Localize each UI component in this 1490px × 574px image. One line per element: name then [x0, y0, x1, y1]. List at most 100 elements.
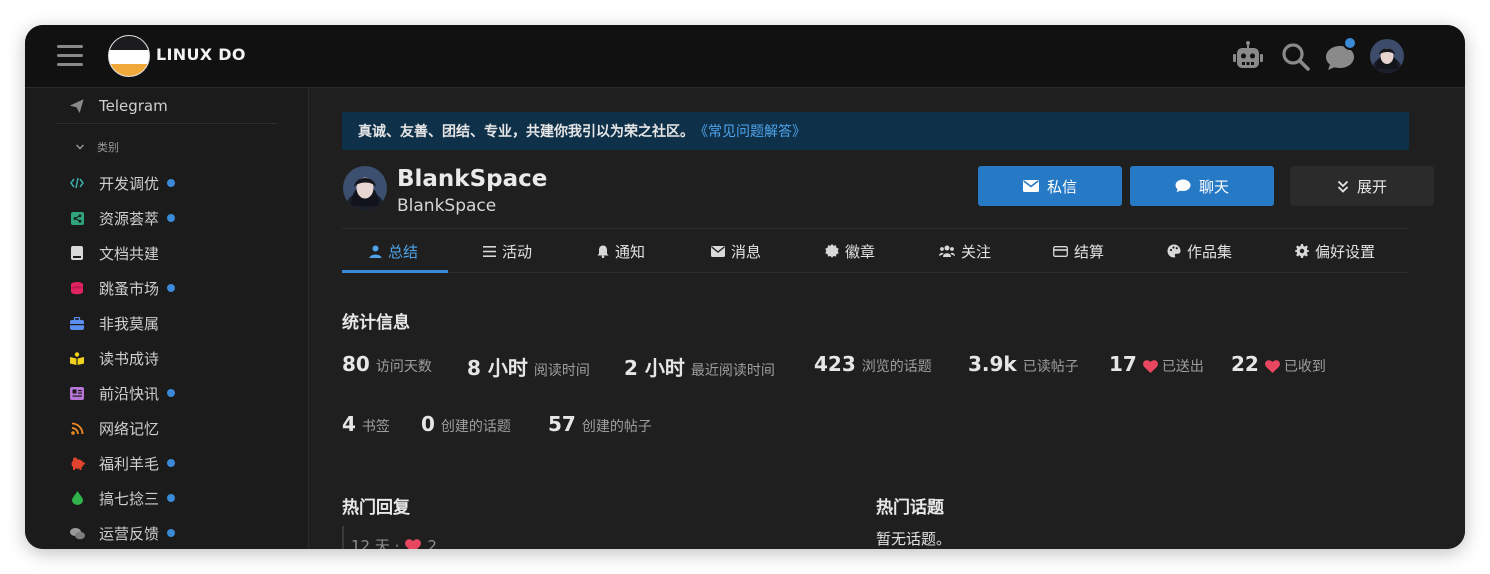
user-avatar[interactable] [343, 166, 387, 210]
sidebar-section-categories[interactable]: 类别 [75, 139, 119, 155]
sidebar-item-category[interactable]: 资源荟萃 [55, 203, 285, 233]
rss-icon [69, 420, 85, 436]
heart-icon [1264, 360, 1280, 373]
sidebar-item-telegram[interactable]: Telegram [55, 91, 285, 121]
faq-link[interactable]: 《常见问题解答》 [694, 121, 806, 141]
bell-icon [597, 245, 609, 258]
unread-dot [167, 494, 176, 502]
chevrons-down-icon [1337, 180, 1349, 193]
envelope-icon [1022, 180, 1039, 192]
reply-like-count: 2 [427, 536, 437, 550]
tab-portfolio[interactable]: 作品集 [1167, 238, 1232, 264]
sidebar-item-category[interactable]: 跳蚤市场 [55, 273, 285, 303]
stat-posts-read: 3.9k 已读帖子 [968, 352, 1079, 376]
stat-days-visited: 80 访问天数 [342, 352, 432, 376]
open-book-icon [69, 350, 85, 366]
hot-replies-title: 热门回复 [342, 498, 410, 518]
sidebar-divider [55, 123, 277, 124]
sidebar-item-category[interactable]: 福利羊毛 [55, 448, 285, 478]
chat-button[interactable]: 聊天 [1130, 166, 1274, 206]
top-header: LINUX DO [25, 25, 1465, 88]
user-display-name: BlankSpace [397, 166, 548, 192]
paper-plane-icon [69, 98, 85, 114]
current-user-avatar[interactable] [1370, 39, 1404, 73]
stat-likes-given: 17 已送出 [1109, 352, 1204, 376]
site-logo[interactable] [108, 35, 150, 77]
site-name[interactable]: LINUX DO [156, 45, 246, 64]
tab-preferences[interactable]: 偏好设置 [1295, 238, 1375, 264]
sidebar: Telegram 类别 开发调优 资源荟萃 文档共建 跳蚤市场 非我莫属 读书成… [25, 88, 309, 549]
book-icon [69, 245, 85, 261]
sidebar-item-category[interactable]: 运营反馈 [55, 518, 285, 548]
tab-follow[interactable]: 关注 [939, 238, 991, 264]
stat-read-time: 8 小时 阅读时间 [467, 356, 590, 380]
app-window: LINUX DO Telegram 类别 开发调优 资源荟萃 文档共建 跳蚤市场… [25, 25, 1465, 549]
unread-dot [167, 179, 176, 187]
active-tab-indicator [342, 270, 448, 273]
chevron-down-icon [76, 144, 84, 150]
expand-button[interactable]: 展开 [1290, 166, 1434, 206]
tab-billing[interactable]: 结算 [1053, 238, 1104, 264]
unread-dot [167, 214, 176, 222]
reply-quote-bar [342, 526, 344, 549]
menu-icon[interactable] [57, 45, 83, 67]
piggy-bank-icon [69, 455, 85, 471]
user-username: BlankSpace [397, 196, 497, 216]
tab-notifications[interactable]: 通知 [597, 238, 645, 264]
newspaper-icon [69, 385, 85, 401]
stat-posts-created: 57 创建的帖子 [548, 412, 652, 436]
heart-icon [405, 538, 422, 549]
sidebar-item-label: Telegram [99, 97, 168, 115]
unread-indicator [1343, 36, 1357, 50]
comments-icon [69, 525, 85, 541]
unread-dot [167, 459, 176, 467]
search-icon[interactable] [1279, 40, 1313, 74]
hot-reply-meta[interactable]: 12 天 · 2 [351, 535, 437, 549]
certificate-icon [825, 244, 839, 258]
tabs-bottom-border [342, 272, 1409, 273]
code-icon [69, 175, 85, 191]
chat-bubble-icon [1175, 179, 1191, 193]
tab-summary[interactable]: 总结 [369, 238, 418, 264]
users-icon [939, 245, 955, 257]
palette-icon [1167, 244, 1181, 258]
stat-likes-received: 22 已收到 [1231, 352, 1326, 376]
stat-topics-viewed: 423 浏览的话题 [814, 352, 932, 376]
sidebar-item-category[interactable]: 文档共建 [55, 238, 285, 268]
site-notice-banner: 真诚、友善、团结、专业，共建你我引以为荣之社区。 《常见问题解答》 [342, 112, 1409, 150]
stat-topics-created: 0 创建的话题 [421, 412, 511, 436]
droplet-icon [69, 490, 85, 506]
user-icon [369, 245, 382, 258]
stats-title: 统计信息 [342, 313, 410, 333]
notice-text: 真诚、友善、团结、专业，共建你我引以为荣之社区。 [358, 124, 694, 140]
coins-icon [69, 280, 85, 296]
stat-recent-read-time: 2 小时 最近阅读时间 [624, 356, 775, 380]
heart-icon [1142, 360, 1158, 373]
reply-age: 12 天 · [351, 537, 400, 549]
credit-card-icon [1053, 245, 1068, 257]
robot-icon[interactable] [1231, 40, 1265, 74]
stat-bookmarks: 4 书签 [342, 412, 390, 436]
sidebar-item-category[interactable]: 非我莫属 [55, 308, 285, 338]
unread-dot [167, 389, 176, 397]
main-content: 真诚、友善、团结、专业，共建你我引以为荣之社区。 《常见问题解答》 BlankS… [309, 88, 1465, 549]
hot-topics-title: 热门话题 [876, 498, 944, 518]
no-topics-text: 暂无话题。 [876, 530, 952, 548]
unread-dot [167, 284, 176, 292]
sidebar-item-category[interactable]: 读书成诗 [55, 343, 285, 373]
sidebar-item-category[interactable]: 网络记忆 [55, 413, 285, 443]
sidebar-item-category[interactable]: 开发调优 [55, 168, 285, 198]
envelope-icon [711, 245, 725, 257]
tab-messages[interactable]: 消息 [711, 238, 761, 264]
list-icon [483, 245, 496, 257]
sidebar-item-category[interactable]: 前沿快讯 [55, 378, 285, 408]
message-button[interactable]: 私信 [978, 166, 1122, 206]
briefcase-icon [69, 315, 85, 331]
unread-dot [167, 529, 176, 537]
tab-activity[interactable]: 活动 [483, 238, 532, 264]
share-icon [69, 210, 85, 226]
sidebar-item-category[interactable]: 搞七捻三 [55, 483, 285, 513]
gear-icon [1295, 244, 1309, 258]
tab-badges[interactable]: 徽章 [825, 238, 875, 264]
tabs-top-border [342, 228, 1409, 229]
